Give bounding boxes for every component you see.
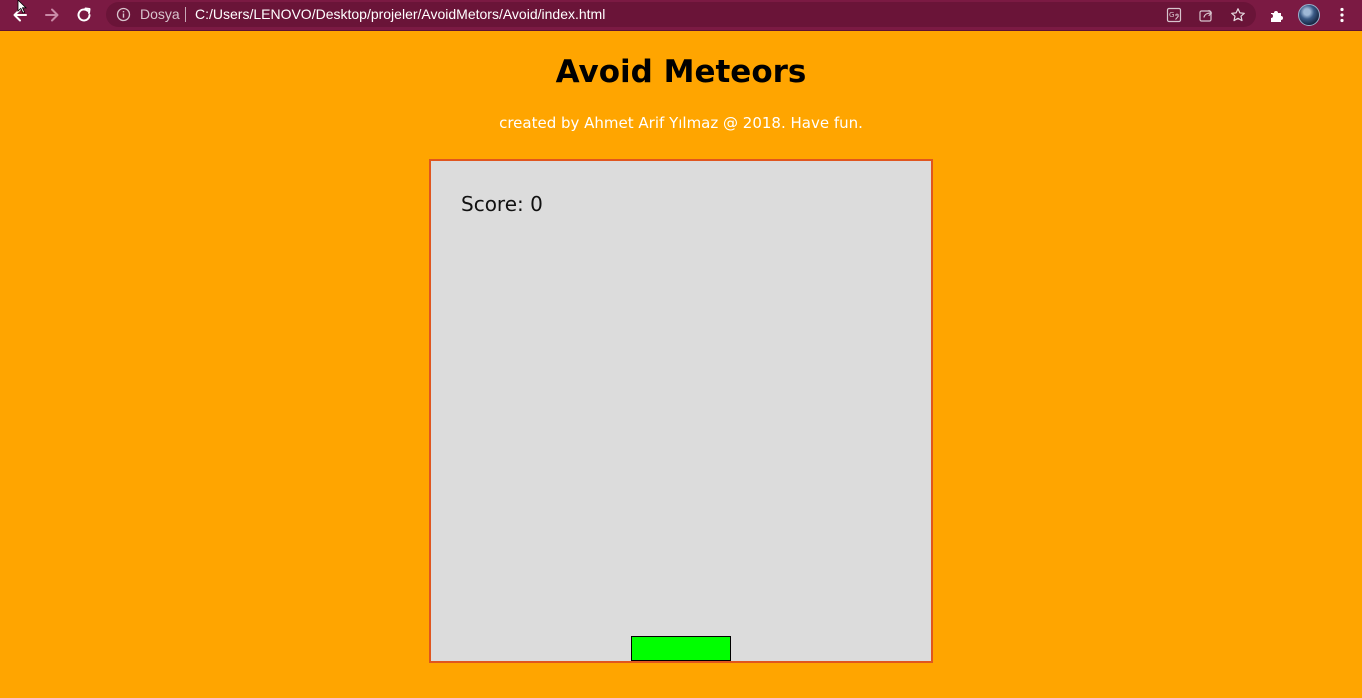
extensions-button[interactable] — [1264, 2, 1290, 28]
address-bar[interactable]: Dosya C:/Users/LENOVO/Desktop/projeler/A… — [106, 2, 1256, 27]
star-icon — [1231, 8, 1245, 22]
bookmark-button[interactable] — [1227, 4, 1249, 26]
share-icon — [1199, 9, 1213, 22]
puzzle-icon — [1270, 10, 1283, 22]
url-text[interactable]: C:/Users/LENOVO/Desktop/projeler/AvoidMe… — [195, 6, 605, 23]
translate-button[interactable]: G — [1163, 4, 1185, 26]
info-icon[interactable] — [116, 7, 131, 22]
credit-text: created by Ahmet Arif Yılmaz @ 2018. Hav… — [499, 114, 863, 132]
origin-label: Dosya — [140, 6, 180, 22]
arrow-right-icon — [45, 8, 59, 22]
score-label: Score: 0 — [461, 192, 543, 216]
browser-toolbar: Dosya C:/Users/LENOVO/Desktop/projeler/A… — [0, 0, 1362, 31]
profile-button[interactable] — [1296, 2, 1322, 28]
share-button[interactable] — [1195, 4, 1217, 26]
menu-button[interactable] — [1329, 2, 1355, 28]
back-button[interactable] — [7, 2, 33, 28]
kebab-menu-icon — [1340, 7, 1344, 23]
player-block — [631, 636, 731, 661]
avatar — [1298, 4, 1320, 26]
arrow-left-icon — [13, 8, 27, 22]
reload-button[interactable] — [71, 2, 97, 28]
forward-button[interactable] — [39, 2, 65, 28]
page-title: Avoid Meteors — [555, 54, 807, 90]
game-canvas[interactable]: Score: 0 — [429, 159, 933, 663]
reload-icon — [77, 7, 91, 22]
divider — [185, 7, 186, 22]
translate-icon: G — [1166, 7, 1182, 23]
svg-text:G: G — [1169, 11, 1174, 19]
